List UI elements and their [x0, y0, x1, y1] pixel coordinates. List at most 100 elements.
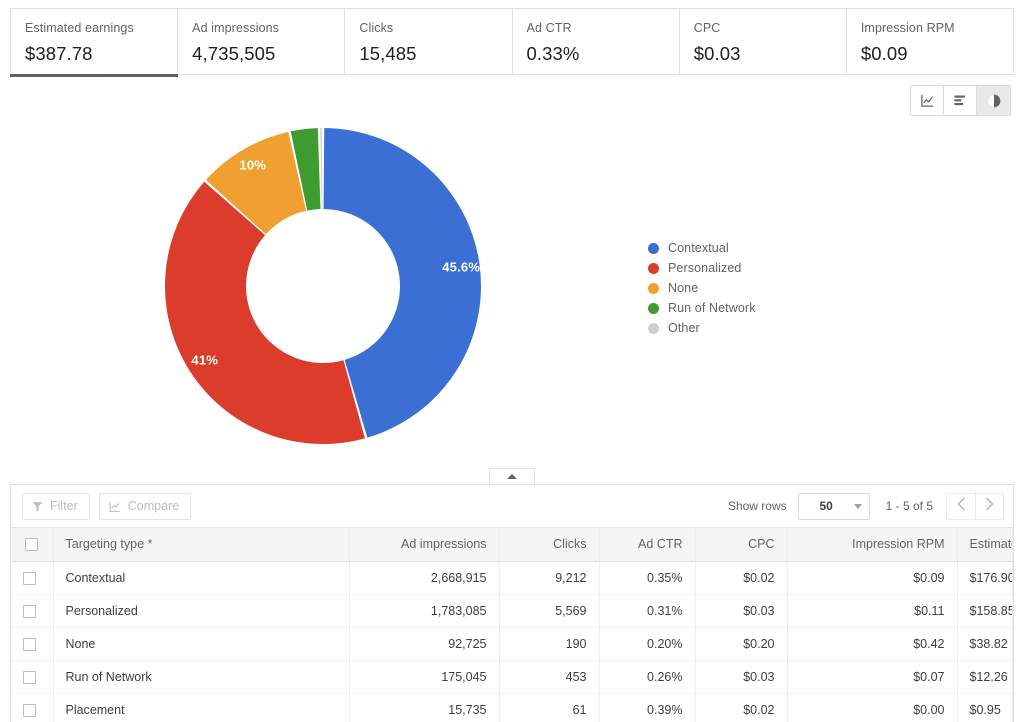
- cell-ad-impressions: 92,725: [349, 627, 499, 660]
- cell-ad-ctr: 0.39%: [599, 693, 695, 722]
- cell-ad-ctr: 0.35%: [599, 561, 695, 594]
- column-header-targeting-type[interactable]: Targeting type *: [53, 528, 349, 561]
- column-header-impression-rpm[interactable]: Impression RPM: [787, 528, 957, 561]
- column-header-ad-ctr[interactable]: Ad CTR: [599, 528, 695, 561]
- metric-label: Ad CTR: [527, 20, 679, 36]
- legend-color-dot: [648, 263, 659, 274]
- select-all-header: [11, 528, 53, 561]
- cell-targeting-type: None: [53, 627, 349, 660]
- table-row[interactable]: Personalized1,783,0855,5690.31%$0.03$0.1…: [11, 594, 1013, 627]
- metric-tab-ad-impressions[interactable]: Ad impressions 4,735,505: [178, 9, 345, 74]
- cell-estimated-earnings: $38.82: [957, 627, 1013, 660]
- metric-value: $387.78: [25, 41, 177, 67]
- pagination-controls: [946, 493, 1004, 520]
- select-all-checkbox[interactable]: [25, 538, 38, 551]
- legend-item-personalized[interactable]: Personalized: [648, 258, 756, 278]
- pagination-range: 1 - 5 of 5: [886, 499, 933, 513]
- cell-cpc: $0.03: [695, 594, 787, 627]
- cell-clicks: 61: [499, 693, 599, 722]
- row-checkbox[interactable]: [23, 704, 36, 717]
- chart-area: 45.6%41%10% Contextual Personalized None Ru…: [0, 118, 1024, 468]
- legend-item-label: Contextual: [668, 241, 729, 255]
- cell-targeting-type: Placement: [53, 693, 349, 722]
- bar-chart-toggle[interactable]: [944, 86, 977, 115]
- table-body: Contextual2,668,9159,2120.35%$0.02$0.09$…: [11, 561, 1013, 722]
- metric-label: Clicks: [359, 20, 511, 36]
- collapse-chart-handle[interactable]: [489, 468, 535, 484]
- metric-value: 4,735,505: [192, 41, 344, 67]
- cell-clicks: 5,569: [499, 594, 599, 627]
- chart-type-toggle-group: [910, 85, 1011, 116]
- row-checkbox[interactable]: [23, 605, 36, 618]
- metric-value: 15,485: [359, 41, 511, 67]
- legend-item-run-of-network[interactable]: Run of Network: [648, 298, 756, 318]
- legend-item-contextual[interactable]: Contextual: [648, 238, 756, 258]
- cell-targeting-type: Contextual: [53, 561, 349, 594]
- row-select-cell: [11, 561, 53, 594]
- table-row[interactable]: Run of Network175,0454530.26%$0.03$0.07$…: [11, 660, 1013, 693]
- table-row[interactable]: Contextual2,668,9159,2120.35%$0.02$0.09$…: [11, 561, 1013, 594]
- row-checkbox[interactable]: [23, 572, 36, 585]
- filter-icon: [31, 500, 50, 513]
- compare-button[interactable]: Compare: [99, 493, 191, 520]
- cell-estimated-earnings: $176.90: [957, 561, 1013, 594]
- cell-targeting-type: Personalized: [53, 594, 349, 627]
- legend-color-dot: [648, 283, 659, 294]
- legend-item-label: Personalized: [668, 261, 741, 275]
- cell-cpc: $0.02: [695, 561, 787, 594]
- previous-page-button[interactable]: [946, 493, 975, 520]
- show-rows-label: Show rows: [728, 499, 787, 513]
- cell-impression-rpm: $0.11: [787, 594, 957, 627]
- cell-ad-ctr: 0.26%: [599, 660, 695, 693]
- cell-ad-impressions: 15,735: [349, 693, 499, 722]
- column-header-estimated-earnings[interactable]: Estimated earnings: [957, 528, 1013, 561]
- compare-button-label: Compare: [128, 499, 179, 513]
- cell-clicks: 9,212: [499, 561, 599, 594]
- table-row[interactable]: None92,7251900.20%$0.20$0.42$38.82: [11, 627, 1013, 660]
- metric-tab-clicks[interactable]: Clicks 15,485: [345, 9, 512, 74]
- column-header-clicks[interactable]: Clicks: [499, 528, 599, 561]
- donut-chart-svg[interactable]: [163, 126, 483, 446]
- row-select-cell: [11, 627, 53, 660]
- legend-color-dot: [648, 243, 659, 254]
- chevron-left-icon: [957, 497, 966, 516]
- cell-targeting-type: Run of Network: [53, 660, 349, 693]
- pie-chart-icon: [986, 93, 1002, 109]
- cell-impression-rpm: $0.09: [787, 561, 957, 594]
- rows-per-page-value: 50: [799, 499, 854, 513]
- row-checkbox[interactable]: [23, 671, 36, 684]
- metric-tab-strip: Estimated earnings $387.78 Ad impressions 4…: [10, 8, 1014, 75]
- metric-tab-impression-rpm[interactable]: Impression RPM$0.09: [847, 9, 1013, 74]
- table-head: Targeting type * Ad impressions Clicks A…: [11, 528, 1013, 561]
- table-toolbar: Filter Compare Show rows 50 1 - 5 of 5: [11, 485, 1013, 528]
- report-table-panel: Filter Compare Show rows 50 1 - 5 of 5: [10, 484, 1014, 722]
- metric-label: Ad impressions: [192, 20, 344, 36]
- column-header-ad-impressions[interactable]: Ad impressions: [349, 528, 499, 561]
- legend-item-other[interactable]: Other: [648, 318, 756, 338]
- metric-tab-cpc[interactable]: CPC$0.03: [680, 9, 847, 74]
- legend-item-label: Run of Network: [668, 301, 756, 315]
- table-row[interactable]: Placement15,735610.39%$0.02$0.00$0.95: [11, 693, 1013, 722]
- bar-chart-icon: [952, 93, 968, 108]
- cell-ad-ctr: 0.20%: [599, 627, 695, 660]
- report-table: Targeting type * Ad impressions Clicks A…: [11, 528, 1013, 722]
- pie-chart-toggle[interactable]: [977, 86, 1010, 115]
- rows-per-page-select[interactable]: 50: [798, 493, 870, 520]
- cell-estimated-earnings: $0.95: [957, 693, 1013, 722]
- donut-chart[interactable]: 45.6%41%10%: [163, 126, 483, 446]
- filter-button[interactable]: Filter: [22, 493, 90, 520]
- row-checkbox[interactable]: [23, 638, 36, 651]
- metric-label: Impression RPM: [861, 20, 1013, 36]
- metric-tab-estimated-earnings[interactable]: Estimated earnings $387.78: [11, 9, 178, 74]
- column-header-cpc[interactable]: CPC: [695, 528, 787, 561]
- metric-tab-ad-ctr[interactable]: Ad CTR0.33%: [513, 9, 680, 74]
- cell-impression-rpm: $0.07: [787, 660, 957, 693]
- next-page-button[interactable]: [975, 493, 1004, 520]
- cell-estimated-earnings: $158.85: [957, 594, 1013, 627]
- pie-slice-other[interactable]: [320, 128, 322, 209]
- triangle-up-icon: [507, 474, 517, 479]
- legend-item-none[interactable]: None: [648, 278, 756, 298]
- metric-label: Estimated earnings: [25, 20, 177, 36]
- cell-ad-ctr: 0.31%: [599, 594, 695, 627]
- line-chart-toggle[interactable]: [911, 86, 944, 115]
